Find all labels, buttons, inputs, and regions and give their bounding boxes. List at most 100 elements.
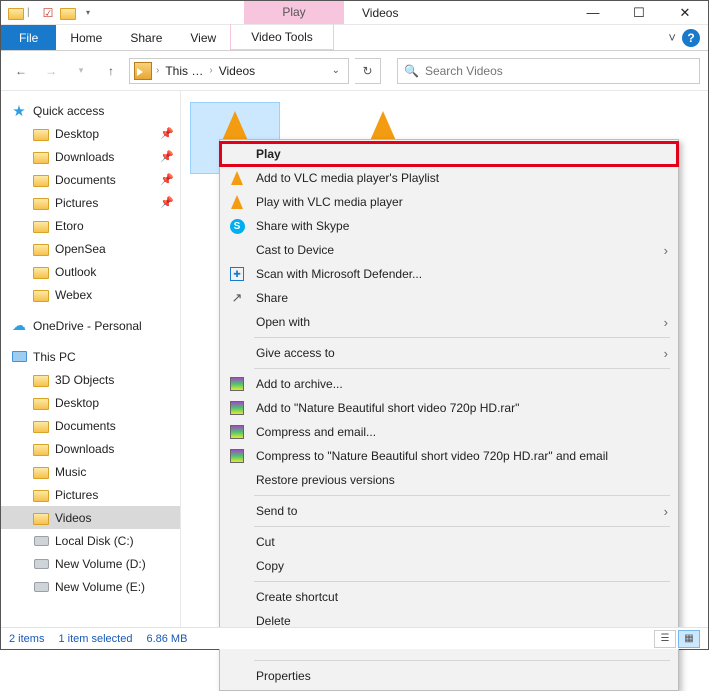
context-menu-item[interactable]: Create shortcut xyxy=(220,585,678,609)
sidebar-item[interactable]: Local Disk (C:) xyxy=(1,529,180,552)
refresh-button[interactable]: ↻ xyxy=(355,58,381,84)
context-menu-label: Scan with Microsoft Defender... xyxy=(256,267,668,281)
context-menu-label: Play xyxy=(256,147,668,161)
context-menu-separator xyxy=(254,337,670,338)
chevron-right-icon: › xyxy=(664,504,668,519)
back-button[interactable]: ← xyxy=(9,59,33,83)
context-menu-item[interactable]: Copy xyxy=(220,554,678,578)
context-menu-item[interactable]: Cast to Device› xyxy=(220,238,678,262)
navigation-pane[interactable]: ★ Quick access Desktop📌 Downloads 📌 Documen… xyxy=(1,91,181,627)
sidebar-item[interactable]: Etoro xyxy=(1,214,180,237)
context-menu-item[interactable]: ↗ Share xyxy=(220,286,678,310)
vlc-file-icon xyxy=(205,103,265,143)
close-button[interactable]: ✕ xyxy=(662,1,708,25)
icons-view-button[interactable]: ▦ xyxy=(678,630,700,648)
sidebar-quick-access[interactable]: ★ Quick access xyxy=(1,99,180,122)
sidebar-item[interactable]: New Volume (D:) xyxy=(1,552,180,575)
sidebar-item-label: This PC xyxy=(33,350,76,364)
context-menu-item[interactable]: Send to› xyxy=(220,499,678,523)
context-menu-item[interactable]: Add to "Nature Beautiful short video 720… xyxy=(220,396,678,420)
context-menu-item[interactable]: Properties xyxy=(220,664,678,688)
shield-icon: ✚ xyxy=(226,265,248,283)
maximize-button[interactable]: ☐ xyxy=(616,1,662,25)
ribbon-expand-icon[interactable]: ˅ xyxy=(668,30,676,45)
search-input[interactable] xyxy=(425,64,693,78)
sidebar-onedrive[interactable]: ☁ OneDrive - Personal xyxy=(1,314,180,337)
chevron-right-icon: › xyxy=(664,346,668,361)
sidebar-item[interactable]: Pictures xyxy=(1,483,180,506)
context-menu-separator xyxy=(254,581,670,582)
sidebar-item[interactable]: Desktop xyxy=(1,391,180,414)
sidebar-item[interactable]: Downloads xyxy=(1,437,180,460)
sidebar-item[interactable]: Music xyxy=(1,460,180,483)
search-box[interactable]: 🔍 xyxy=(397,58,700,84)
blank-icon xyxy=(226,241,248,259)
chevron-right-icon: › xyxy=(664,243,668,258)
pin-icon: 📌 xyxy=(160,150,174,163)
sidebar-item[interactable]: Documents📌 xyxy=(1,168,180,191)
context-menu-item[interactable]: SShare with Skype xyxy=(220,214,678,238)
recent-locations-icon[interactable]: ▾ xyxy=(69,59,93,83)
sidebar-item[interactable]: 3D Objects xyxy=(1,368,180,391)
context-menu-label: Compress and email... xyxy=(256,425,668,439)
tab-view[interactable]: View xyxy=(176,25,230,50)
sidebar-item[interactable]: Videos xyxy=(1,506,180,529)
sidebar-item[interactable]: Pictures📌 xyxy=(1,191,180,214)
sidebar-item[interactable]: Outlook xyxy=(1,260,180,283)
sidebar-item[interactable]: New Volume (E:) xyxy=(1,575,180,598)
qat-dropdown-icon[interactable]: ▾ xyxy=(79,4,97,22)
tab-share[interactable]: Share xyxy=(116,25,176,50)
tab-home[interactable]: Home xyxy=(56,25,116,50)
forward-button[interactable]: → xyxy=(39,59,63,83)
context-menu-label: Play with VLC media player xyxy=(256,195,668,209)
chevron-right-icon[interactable]: › xyxy=(207,65,214,76)
folder-icon xyxy=(33,464,49,480)
context-menu-label: Compress to "Nature Beautiful short vide… xyxy=(256,449,668,463)
context-menu-item[interactable]: Play with VLC media player xyxy=(220,190,678,214)
breadcrumb-segment[interactable]: This … xyxy=(163,64,205,78)
context-menu-item[interactable]: Cut xyxy=(220,530,678,554)
share-icon: ↗ xyxy=(226,289,248,307)
details-view-button[interactable]: ☰ xyxy=(654,630,676,648)
properties-qat-icon[interactable]: ☑ xyxy=(39,4,57,22)
address-bar[interactable]: › This … › Videos ⌄ xyxy=(129,58,349,84)
context-menu-item[interactable]: Play xyxy=(220,142,678,166)
tab-video-tools[interactable]: Video Tools xyxy=(230,24,334,50)
help-icon[interactable]: ? xyxy=(682,29,700,47)
sidebar-item[interactable]: Webex xyxy=(1,283,180,306)
chevron-right-icon[interactable]: › xyxy=(154,65,161,76)
context-menu-item[interactable]: ✚ Scan with Microsoft Defender... xyxy=(220,262,678,286)
sidebar-this-pc[interactable]: This PC xyxy=(1,345,180,368)
context-menu-label: Share xyxy=(256,291,668,305)
address-dropdown-icon[interactable]: ⌄ xyxy=(328,65,344,76)
pc-icon xyxy=(11,349,27,365)
context-menu-item[interactable]: Compress to "Nature Beautiful short vide… xyxy=(220,444,678,468)
breadcrumb-segment[interactable]: Videos xyxy=(217,64,257,78)
minimize-button[interactable]: — xyxy=(570,1,616,25)
folder-icon xyxy=(33,441,49,457)
sidebar-item[interactable]: Documents xyxy=(1,414,180,437)
context-menu-item[interactable]: Give access to› xyxy=(220,341,678,365)
context-menu-item[interactable]: Add to VLC media player's Playlist xyxy=(220,166,678,190)
sidebar-item-label: Downloads xyxy=(55,150,114,164)
blank-icon xyxy=(226,344,248,362)
folder-icon xyxy=(33,510,49,526)
folder-icon xyxy=(33,264,49,280)
up-button[interactable]: ↑ xyxy=(99,59,123,83)
new-folder-qat-icon[interactable] xyxy=(59,4,77,22)
context-menu-separator xyxy=(254,495,670,496)
explorer-icon[interactable] xyxy=(7,4,25,22)
context-menu-item[interactable]: Add to archive... xyxy=(220,372,678,396)
chevron-right-icon: › xyxy=(664,315,668,330)
context-menu-item[interactable]: Open with› xyxy=(220,310,678,334)
sidebar-item[interactable]: Downloads 📌 xyxy=(1,145,180,168)
sidebar-item[interactable]: OpenSea xyxy=(1,237,180,260)
sidebar-item-label: Local Disk (C:) xyxy=(55,534,134,548)
context-menu-item[interactable]: Compress and email... xyxy=(220,420,678,444)
sidebar-item[interactable]: Desktop📌 xyxy=(1,122,180,145)
context-menu-item[interactable]: Restore previous versions xyxy=(220,468,678,492)
sidebar-item-label: Music xyxy=(55,465,86,479)
tab-file[interactable]: File xyxy=(1,25,56,50)
address-folder-icon xyxy=(134,62,152,80)
folder-icon xyxy=(33,287,49,303)
